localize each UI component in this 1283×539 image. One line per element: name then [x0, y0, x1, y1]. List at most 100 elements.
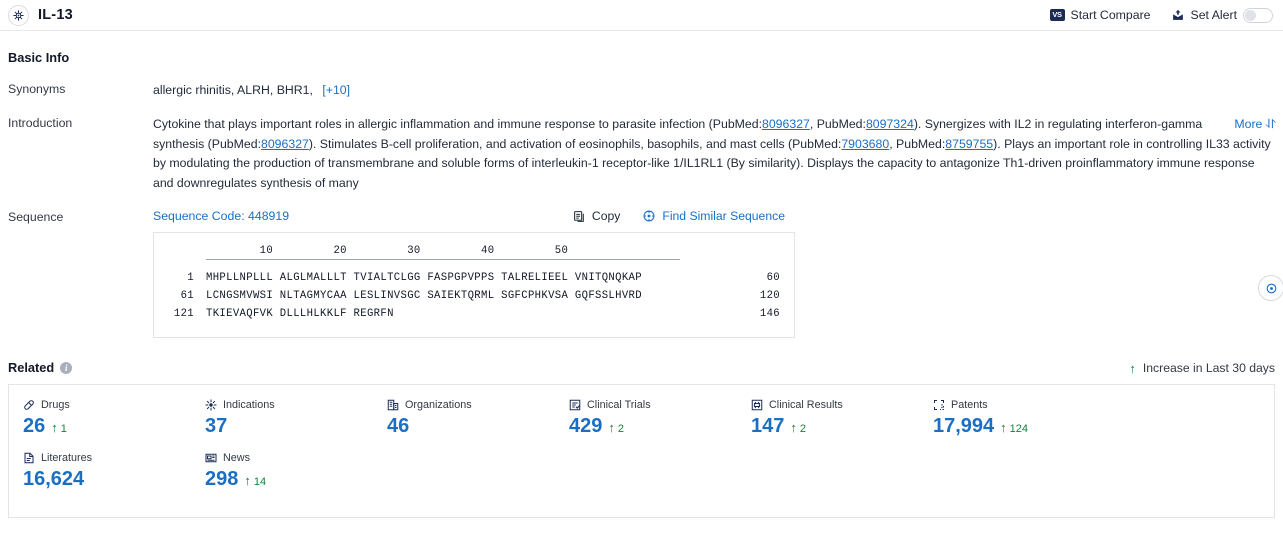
pubmed-link[interactable]: 8759755	[945, 137, 993, 151]
pubmed-link[interactable]: 8096327	[261, 137, 309, 151]
find-similar-sequence-button[interactable]: Find Similar Sequence	[642, 209, 785, 223]
page-content: Basic Info Synonyms allergic rhinitis, A…	[0, 50, 1283, 518]
side-panel-handle-icon[interactable]	[1258, 275, 1283, 301]
arrow-up-icon: ↑	[608, 420, 615, 435]
copy-icon	[573, 210, 586, 223]
metric-literatures[interactable]: Literatures 16,624	[23, 452, 205, 491]
sequence-line: 121 TKIEVAQFVK DLLLHLKKLF REGRFN 146	[168, 305, 780, 323]
metric-label: Drugs	[41, 399, 70, 411]
metric-patents[interactable]: Patents 17,994 ↑ 124	[933, 399, 1115, 438]
metric-header: Indications	[205, 399, 387, 411]
metric-delta: ↑ 2	[790, 421, 806, 435]
introduction-text-fragment: , PubMed:	[889, 136, 946, 151]
set-alert-control[interactable]: Set Alert	[1171, 7, 1273, 23]
metric-count: 37	[205, 415, 228, 437]
metric-clinical-results[interactable]: Clinical Results 147 ↑ 2	[751, 399, 933, 438]
synonyms-more-link[interactable]: [+10]	[322, 83, 350, 97]
sequence-line-letters: LCNGSMVWSI NLTAGMYCAA LESLINVSGC SAIEKTQ…	[206, 290, 642, 302]
metric-delta-value: 1	[60, 423, 67, 435]
arrow-up-icon: ↑	[1129, 360, 1136, 376]
introduction-body: More ⥯ Cytokine that plays important rol…	[153, 115, 1275, 193]
alert-bell-icon	[1171, 9, 1185, 22]
sequence-ruler-line	[206, 259, 680, 260]
metric-news[interactable]: News 298 ↑ 14	[205, 452, 387, 491]
metric-delta: ↑ 14	[244, 474, 266, 488]
metric-value[interactable]: 17,994 ↑ 124	[933, 415, 1115, 438]
metric-value[interactable]: 147 ↑ 2	[751, 415, 933, 438]
metric-header: Drugs	[23, 399, 205, 411]
organizations-icon	[387, 399, 399, 411]
sequence-ruler-numbers: 10 20 30 40 50	[206, 245, 569, 257]
sequence-line-start: 61	[180, 290, 194, 302]
metric-value[interactable]: 298 ↑ 14	[205, 468, 387, 491]
related-metrics-card: Drugs 26 ↑ 1 Indications 37 Organizations 46 Cli…	[8, 384, 1275, 518]
sequence-tools: Copy Find Similar Sequence	[573, 209, 1275, 223]
indications-icon	[205, 399, 217, 411]
metric-count: 298	[205, 468, 239, 490]
metric-label: Clinical Results	[769, 399, 843, 411]
sequence-line-letters: TKIEVAQFVK DLLLHLKKLF REGRFN	[206, 308, 394, 320]
metric-value[interactable]: 37	[205, 415, 387, 438]
info-icon[interactable]: i	[60, 361, 73, 374]
start-compare-button[interactable]: VS Start Compare	[1049, 8, 1151, 22]
related-title: Related	[8, 360, 55, 375]
introduction-text-fragment: Cytokine that plays important roles in a…	[153, 117, 762, 131]
metric-delta-value: 2	[799, 423, 806, 435]
chevron-down-icon: ⥯	[1265, 117, 1275, 131]
introduction-text-fragment: ). Stimulates B-cell proliferation, and …	[308, 136, 842, 151]
vs-icon: VS	[1049, 9, 1065, 21]
introduction-more-button[interactable]: More ⥯	[1234, 115, 1275, 135]
arrow-up-icon: ↑	[1000, 420, 1007, 435]
metric-count: 429	[569, 415, 603, 437]
basic-info-heading: Basic Info	[8, 50, 1275, 65]
metric-header: Clinical Results	[751, 399, 933, 411]
set-alert-label: Set Alert	[1190, 8, 1237, 22]
sequence-code-link[interactable]: Sequence Code: 448919	[153, 209, 289, 223]
metric-header: Organizations	[387, 399, 569, 411]
sequence-row: Sequence Sequence Code: 448919 Copy Find…	[8, 209, 1275, 338]
set-alert-toggle[interactable]	[1243, 7, 1273, 23]
patents-icon	[933, 399, 945, 411]
introduction-text-fragment: , PubMed:	[809, 117, 866, 131]
news-icon	[205, 452, 217, 464]
metric-value[interactable]: 26 ↑ 1	[23, 415, 205, 438]
metric-label: Indications	[223, 399, 275, 411]
pubmed-link[interactable]: 7903680	[841, 137, 889, 151]
metric-value[interactable]: 46	[387, 415, 569, 438]
metric-delta: ↑ 124	[1000, 421, 1028, 435]
pubmed-link[interactable]: 8097324	[866, 117, 914, 131]
toggle-knob	[1245, 9, 1256, 21]
metric-clinical-trials[interactable]: Clinical Trials 429 ↑ 2	[569, 399, 751, 438]
metric-label: Literatures	[41, 452, 93, 464]
metric-label: Organizations	[405, 399, 472, 411]
metric-value[interactable]: 16,624	[23, 468, 205, 491]
related-header: Related i ↑ Increase in Last 30 days	[8, 360, 1275, 375]
sequence-viewer: 10 20 30 40 50 1 MHPLLNPLLL ALGLMALLLT TV…	[153, 232, 795, 338]
metric-label: Clinical Trials	[587, 399, 651, 411]
sequence-line: 1 MHPLLNPLLL ALGLMALLLT TVIALTCLGG FASPGP…	[168, 269, 780, 287]
introduction-label: Introduction	[8, 116, 73, 130]
metric-organizations[interactable]: Organizations 46	[387, 399, 569, 438]
top-bar: IL-13 VS Start Compare Set Alert	[0, 0, 1283, 31]
metric-label: News	[223, 452, 250, 464]
synonyms-body: allergic rhinitis, ALRH, BHR1, [+10]	[153, 81, 1275, 99]
metric-label: Patents	[951, 399, 988, 411]
metric-count: 16,624	[23, 468, 85, 490]
related-heading: Related i	[8, 360, 73, 375]
copy-sequence-button[interactable]: Copy	[573, 209, 620, 223]
page-title: IL-13	[38, 7, 73, 23]
metric-value[interactable]: 429 ↑ 2	[569, 415, 751, 438]
metric-delta-value: 2	[617, 423, 624, 435]
metric-delta: ↑ 2	[608, 421, 624, 435]
top-bar-actions: VS Start Compare Set Alert	[1049, 7, 1273, 23]
target-icon	[8, 4, 29, 26]
sequence-line: 61 LCNGSMVWSI NLTAGMYCAA LESLINVSGC SAIEK…	[168, 287, 780, 305]
synonyms-row: Synonyms allergic rhinitis, ALRH, BHR1, …	[8, 81, 1275, 99]
sequence-line-start: 121	[173, 308, 194, 320]
arrow-up-icon: ↑	[790, 420, 797, 435]
pubmed-link[interactable]: 8096327	[762, 117, 810, 131]
metric-drugs[interactable]: Drugs 26 ↑ 1	[23, 399, 205, 438]
clinical-results-icon	[751, 399, 763, 411]
metric-indications[interactable]: Indications 37	[205, 399, 387, 438]
copy-label: Copy	[591, 209, 621, 223]
